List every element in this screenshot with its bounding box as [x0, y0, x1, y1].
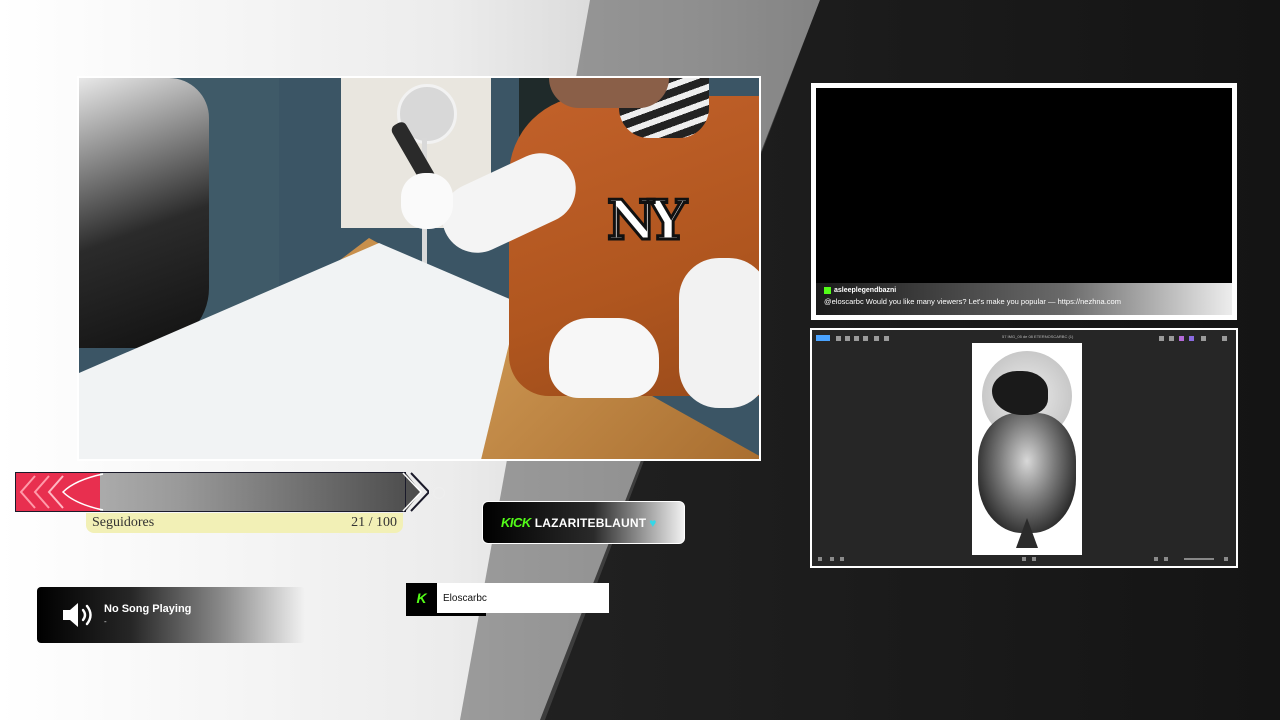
goal-title: Seguidores — [92, 515, 155, 530]
editor-status-icon[interactable] — [830, 557, 834, 561]
editor-status-icon[interactable] — [818, 557, 822, 561]
webcam-glove-right — [549, 318, 659, 398]
editor-tool-icon[interactable] — [863, 336, 868, 341]
editor-status-icon[interactable] — [1164, 557, 1168, 561]
now-playing-widget: No Song Playing - — [37, 587, 305, 643]
editor-tool-icon[interactable] — [1222, 336, 1227, 341]
chat-frame-notch-bottom — [959, 315, 1089, 320]
speaker-icon — [63, 603, 92, 627]
editor-tool-active-icon[interactable] — [816, 335, 830, 341]
webcam-glove-left — [401, 173, 453, 229]
kick-k-icon: K — [406, 583, 437, 613]
goal-track — [15, 472, 421, 512]
editor-tool-icon[interactable] — [1169, 336, 1174, 341]
goal-progress-fill — [15, 472, 100, 512]
chat-area: asleeplegendbazni @eloscarbc Would you l… — [816, 88, 1232, 315]
kick-badge-icon — [824, 287, 831, 294]
chat-text: @eloscarbc Would you like many viewers? … — [824, 297, 1121, 306]
kick-k-letter: K — [416, 590, 427, 606]
heart-icon: ♥ — [649, 515, 657, 530]
goal-label: Seguidores 21 / 100 — [86, 513, 403, 533]
editor-zoom-slider[interactable] — [1184, 558, 1214, 560]
editor-tool-icon[interactable] — [1159, 336, 1164, 341]
jacket-logo: NY — [606, 187, 689, 254]
chat-panel: asleeplegendbazni @eloscarbc Would you l… — [811, 83, 1237, 320]
webcam-sleeve-right — [679, 258, 759, 408]
design-wolf — [978, 413, 1076, 533]
latest-follower-name: Eloscarbc — [443, 593, 487, 604]
editor-play-icon[interactable] — [1022, 557, 1026, 561]
editor-zoom-icon[interactable] — [1224, 557, 1228, 561]
editor-status-icon[interactable] — [1154, 557, 1158, 561]
editor-tool-icon[interactable] — [1179, 336, 1184, 341]
editor-tool-icon[interactable] — [845, 336, 850, 341]
editor-file-name: 57 IMG_05 de 08 ETERNOSCARBC (1) — [1002, 334, 1074, 339]
editor-tool-icon[interactable] — [836, 336, 841, 341]
kick-channel-name: LAZARITEBLAUNT — [534, 515, 647, 530]
follower-goal-bar — [15, 472, 445, 512]
webcam-face — [549, 78, 669, 108]
latest-follower-alert: K Eloscarbc — [406, 583, 609, 616]
goal-count: 21 / 100 — [351, 515, 397, 530]
editor-tool-icon[interactable] — [884, 336, 889, 341]
chat-frame-notch-top — [959, 83, 1089, 88]
editor-statusbar — [814, 555, 1234, 563]
goal-end-cap-icon — [433, 487, 445, 499]
kick-channel-badge: KICK LAZARITEBLAUNT ♥ — [482, 501, 685, 544]
follower-underline — [406, 613, 486, 616]
webcam-chair — [79, 78, 209, 348]
chat-username: asleeplegendbazni — [834, 287, 897, 294]
image-editor-window: 57 IMG_05 de 08 ETERNOSCARBC (1) — [810, 328, 1238, 568]
song-title: No Song Playing — [104, 603, 192, 615]
tattoo-design-canvas — [972, 343, 1082, 555]
editor-tool-icon[interactable] — [1201, 336, 1206, 341]
editor-status-icon[interactable] — [840, 557, 844, 561]
webcam-feed: NY — [77, 76, 761, 461]
kick-logo: KICK — [501, 515, 531, 530]
editor-status-icon[interactable] — [1032, 557, 1036, 561]
editor-tool-icon[interactable] — [854, 336, 859, 341]
editor-tool-icon[interactable] — [1189, 336, 1194, 341]
chat-user: asleeplegendbazni — [824, 287, 1226, 294]
editor-tool-icon[interactable] — [874, 336, 879, 341]
song-artist: - — [104, 617, 107, 626]
chat-message: asleeplegendbazni @eloscarbc Would you l… — [816, 283, 1232, 315]
